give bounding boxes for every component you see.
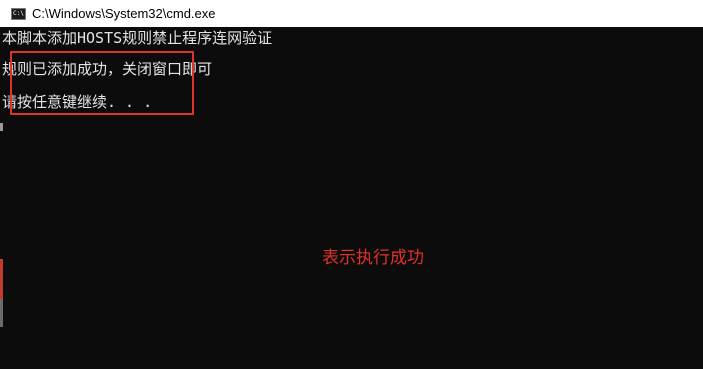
cmd-window: C:\ C:\Windows\System32\cmd.exe 本脚本添加HOS… xyxy=(0,0,703,369)
window-title: C:\Windows\System32\cmd.exe xyxy=(32,6,216,21)
success-annotation: 表示执行成功 xyxy=(322,248,424,268)
left-edge-mark xyxy=(0,299,3,327)
cmd-icon[interactable]: C:\ xyxy=(11,7,26,20)
console-output[interactable]: 本脚本添加HOSTS规则禁止程序连网验证 规则已添加成功，关闭窗口即可 请按任意… xyxy=(0,27,703,369)
console-line-1: 本脚本添加HOSTS规则禁止程序连网验证 xyxy=(2,29,273,47)
title-bar[interactable]: C:\ C:\Windows\System32\cmd.exe xyxy=(0,0,703,27)
left-edge-mark xyxy=(0,123,3,131)
left-edge-mark xyxy=(0,259,3,299)
highlight-box xyxy=(10,51,194,115)
cmd-icon-glyph: C:\ xyxy=(13,9,24,17)
